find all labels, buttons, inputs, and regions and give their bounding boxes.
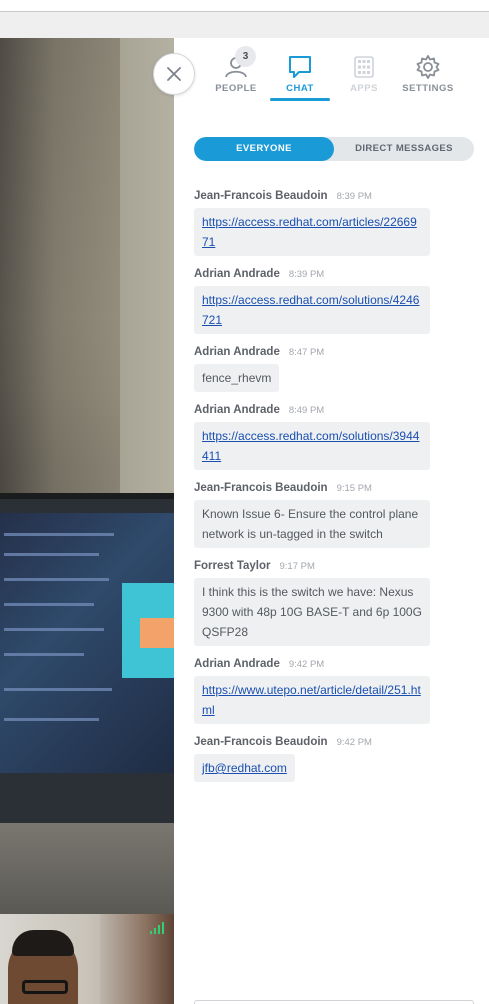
close-panel-button[interactable] <box>153 53 195 95</box>
chat-message: Adrian Andrade 8:47 PM fence_rhevm <box>194 346 484 392</box>
message-timestamp: 8:47 PM <box>288 347 325 358</box>
self-video-thumbnail[interactable] <box>0 914 174 1004</box>
close-icon <box>167 67 181 81</box>
tab-people-label: PEOPLE <box>215 83 257 94</box>
message-timestamp: 9:42 PM <box>288 659 325 670</box>
message-link[interactable]: jfb@redhat.com <box>202 761 287 775</box>
people-count-badge: 3 <box>235 46 256 67</box>
chat-message: Adrian Andrade 9:42 PM https://www.utepo.n… <box>194 658 484 724</box>
tab-chat-label: CHAT <box>286 83 314 94</box>
message-author: Adrian Andrade <box>194 404 280 416</box>
chat-input-field[interactable] <box>194 1000 474 1004</box>
tab-apps[interactable]: APPS <box>332 54 396 102</box>
message-author: Adrian Andrade <box>194 268 280 280</box>
apps-grid-icon <box>354 56 374 78</box>
message-link[interactable]: https://access.redhat.com/solutions/4246… <box>202 293 419 327</box>
message-filter-toggle: EVERYONE DIRECT MESSAGES <box>194 137 474 161</box>
main-video-feed <box>0 38 174 914</box>
chat-icon <box>289 56 311 78</box>
message-text: fence_rhevm <box>202 371 272 385</box>
message-bubble: https://access.redhat.com/solutions/4246… <box>194 286 430 334</box>
message-link[interactable]: https://access.redhat.com/articles/22669… <box>202 215 417 249</box>
gear-icon <box>416 55 440 79</box>
active-tab-indicator <box>270 98 330 101</box>
message-timestamp: 8:49 PM <box>288 405 325 416</box>
chat-message: Jean-Francois Beaudoin 9:42 PM jfb@redhat.… <box>194 736 484 782</box>
browser-top-bar <box>0 0 489 12</box>
chat-message: Adrian Andrade 8:39 PM https://access.redh… <box>194 268 484 334</box>
message-author: Forrest Taylor <box>194 560 271 572</box>
message-author: Adrian Andrade <box>194 658 280 670</box>
message-author: Adrian Andrade <box>194 346 280 358</box>
chat-message: Forrest Taylor 9:17 PM I think this is the… <box>194 560 484 646</box>
signal-strength-icon <box>150 922 166 934</box>
message-timestamp: 8:39 PM <box>288 269 325 280</box>
message-author: Jean-Francois Beaudoin <box>194 482 328 494</box>
message-link[interactable]: https://www.utepo.net/article/detail/251… <box>202 683 421 717</box>
filter-direct-messages-button[interactable]: DIRECT MESSAGES <box>334 137 474 161</box>
tab-settings-label: SETTINGS <box>402 83 454 94</box>
chat-message: Jean-Francois Beaudoin 9:15 PM Known Issue… <box>194 482 484 548</box>
message-author: Jean-Francois Beaudoin <box>194 736 328 748</box>
message-bubble: fence_rhevm <box>194 364 280 392</box>
chat-message: Jean-Francois Beaudoin 8:39 PM https://acc… <box>194 190 484 256</box>
tab-settings[interactable]: SETTINGS <box>396 54 460 102</box>
message-bubble: jfb@redhat.com <box>194 754 295 782</box>
chat-message-list[interactable]: Jean-Francois Beaudoin 8:39 PM https://acc… <box>194 190 484 794</box>
message-author: Jean-Francois Beaudoin <box>194 190 328 202</box>
message-bubble: https://www.utepo.net/article/detail/251… <box>194 676 430 724</box>
message-bubble: I think this is the switch we have: Nexu… <box>194 578 430 646</box>
message-bubble: Known Issue 6- Ensure the control plane … <box>194 500 430 548</box>
message-link[interactable]: https://access.redhat.com/solutions/3944… <box>202 429 419 463</box>
message-timestamp: 9:17 PM <box>279 561 315 572</box>
message-timestamp: 9:15 PM <box>336 483 372 494</box>
message-bubble: https://access.redhat.com/articles/22669… <box>194 208 430 256</box>
message-timestamp: 9:42 PM <box>336 737 372 748</box>
chat-message: Adrian Andrade 8:49 PM https://access.redh… <box>194 404 484 470</box>
filter-everyone-button[interactable]: EVERYONE <box>194 137 334 161</box>
tab-apps-label: APPS <box>350 83 378 94</box>
message-text: Known Issue 6- Ensure the control plane … <box>202 507 419 541</box>
message-bubble: https://access.redhat.com/solutions/3944… <box>194 422 430 470</box>
message-timestamp: 8:39 PM <box>336 191 372 202</box>
message-text: I think this is the switch we have: Nexu… <box>202 585 422 639</box>
header-strip <box>0 12 489 38</box>
tab-chat[interactable]: CHAT <box>268 54 332 102</box>
